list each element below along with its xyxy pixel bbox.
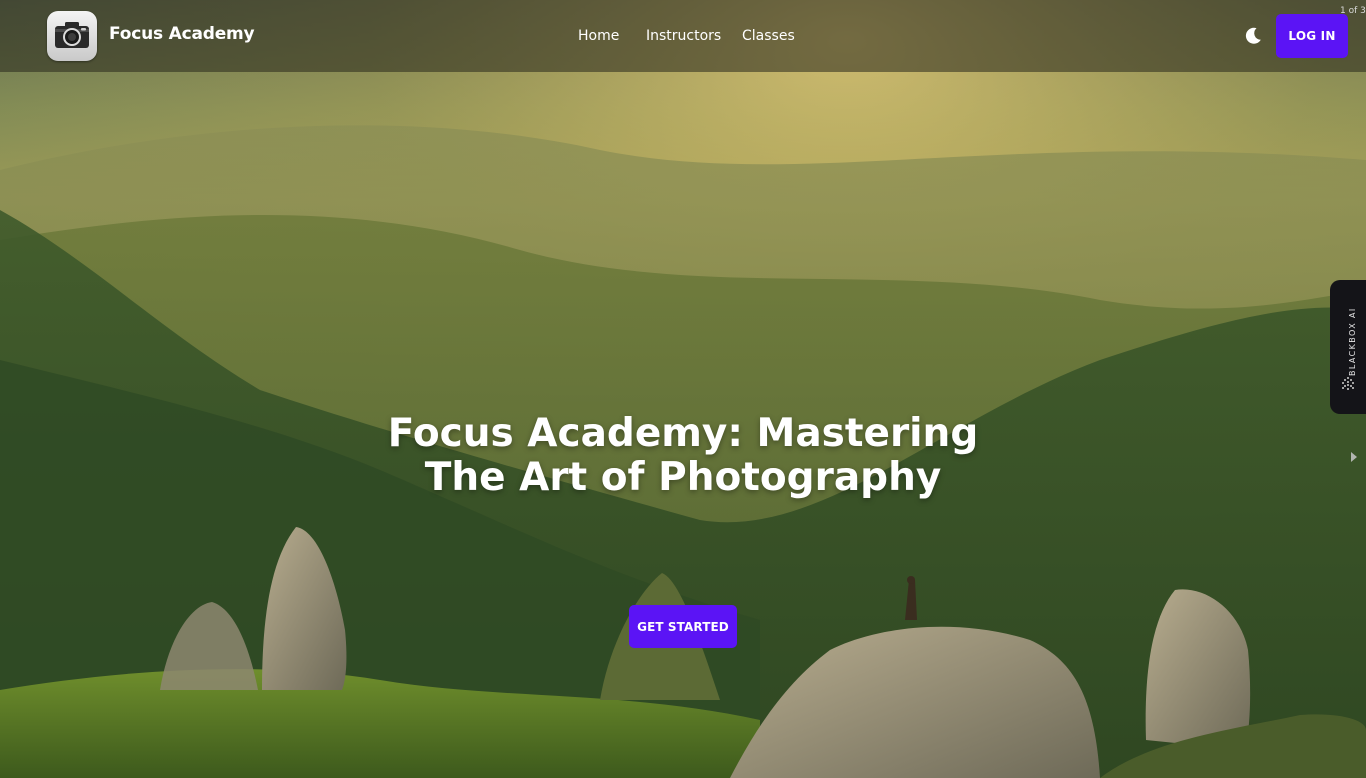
nav-link-instructors[interactable]: Instructors bbox=[646, 28, 721, 44]
next-slide-arrow-icon[interactable] bbox=[1350, 451, 1358, 463]
hero-background-image bbox=[0, 0, 1366, 778]
main-nav: Home Instructors Classes bbox=[0, 28, 1366, 48]
hero-headline: Focus Academy: Mastering The Art of Phot… bbox=[333, 412, 1033, 500]
top-navbar: Focus Academy Home Instructors Classes L… bbox=[0, 0, 1366, 72]
nav-link-classes[interactable]: Classes bbox=[742, 28, 795, 44]
get-started-button[interactable]: GET STARTED bbox=[629, 605, 737, 648]
page-counter: 1 of 3 bbox=[1340, 6, 1366, 16]
hero-section bbox=[0, 0, 1366, 778]
hero-headline-line-1: Focus Academy: Mastering bbox=[387, 411, 979, 456]
theme-toggle-button[interactable] bbox=[1242, 25, 1264, 47]
sparkle-icon bbox=[1342, 377, 1354, 390]
side-tab-label: BLACKBOX AI bbox=[1348, 307, 1357, 376]
hero-headline-line-2: The Art of Photography bbox=[424, 455, 942, 500]
moon-icon bbox=[1245, 27, 1261, 44]
nav-link-home[interactable]: Home bbox=[578, 28, 619, 44]
login-button[interactable]: LOG IN bbox=[1276, 14, 1348, 58]
blackbox-ai-side-tab[interactable]: BLACKBOX AI bbox=[1330, 280, 1366, 414]
